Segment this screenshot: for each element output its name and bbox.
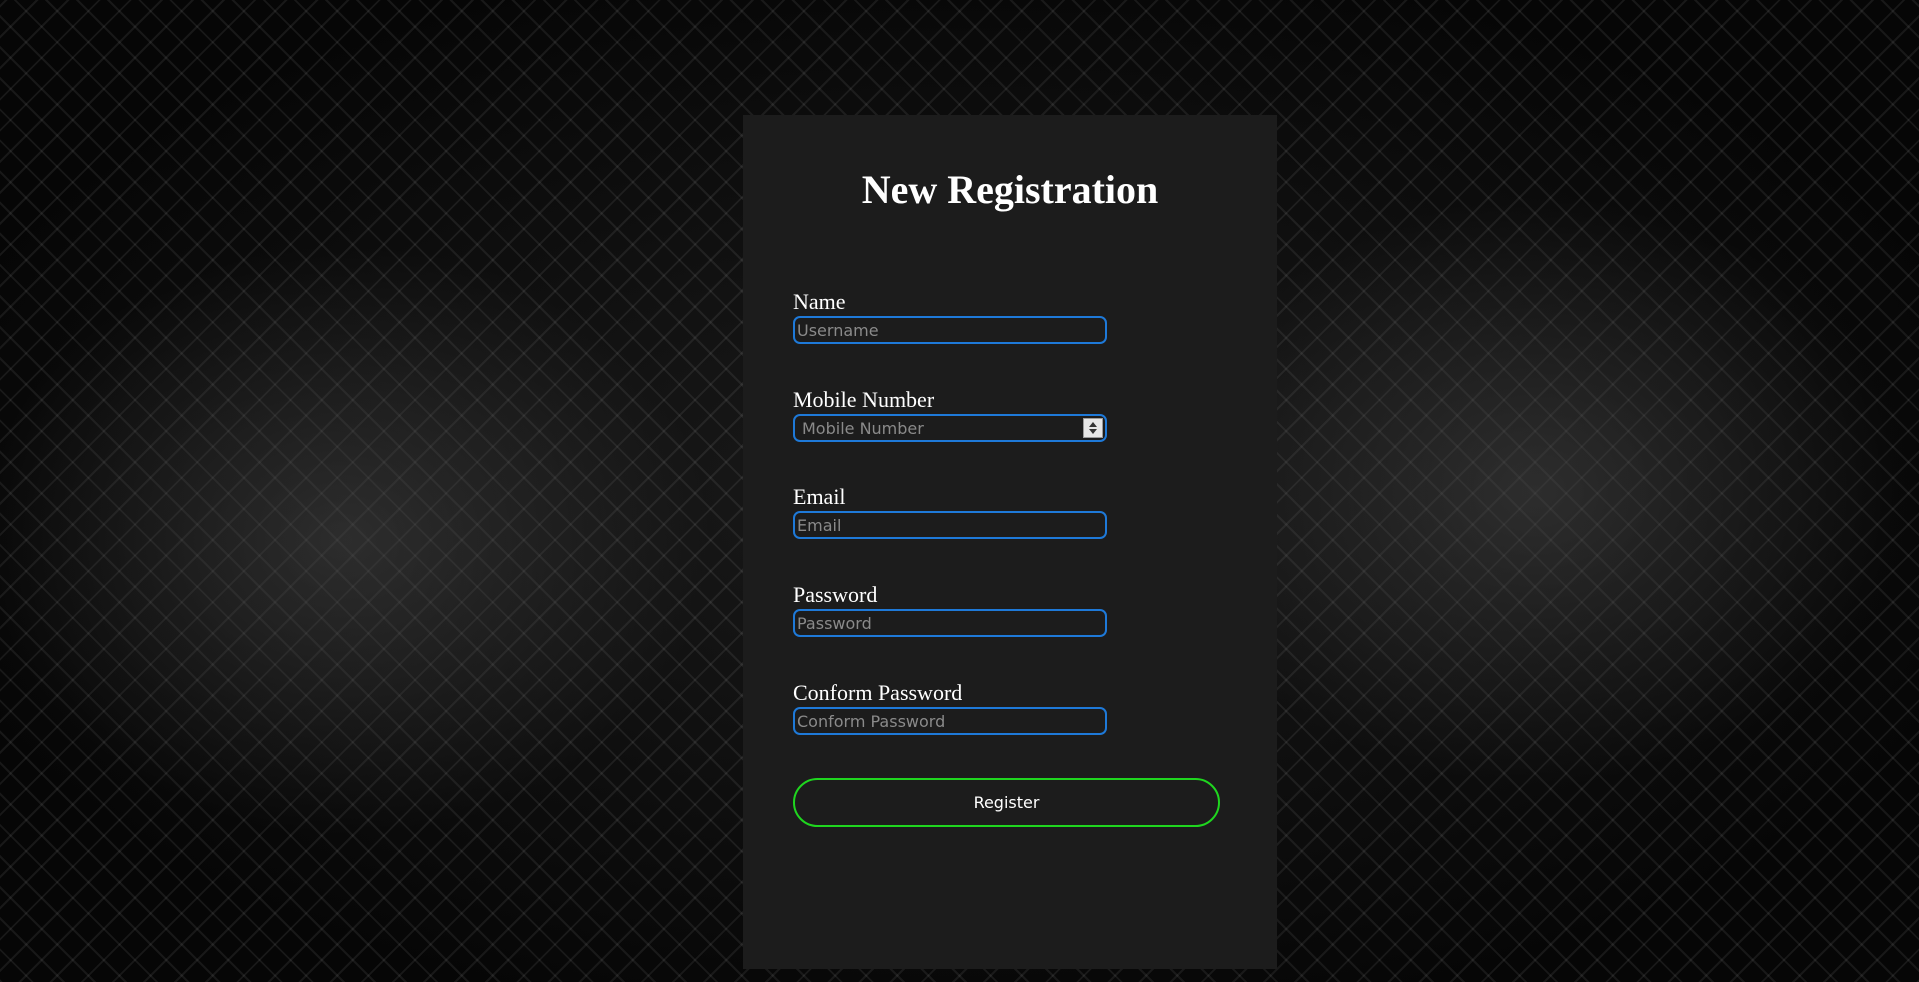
- email-input[interactable]: [793, 511, 1107, 539]
- confirm-password-input[interactable]: [793, 707, 1107, 735]
- name-field-group: Name: [793, 290, 1113, 344]
- mobile-number-input[interactable]: [793, 414, 1107, 442]
- email-label: Email: [793, 484, 846, 509]
- confirm-password-field-group: Conform Password: [793, 681, 1113, 735]
- form-title: New Registration: [861, 167, 1159, 212]
- username-input[interactable]: [793, 316, 1107, 344]
- name-label: Name: [793, 289, 846, 314]
- spinner-arrows-icon[interactable]: [1083, 418, 1103, 438]
- spinner-down-icon[interactable]: [1089, 429, 1097, 434]
- password-field-group: Password: [793, 583, 1113, 637]
- spinner-up-icon[interactable]: [1089, 422, 1097, 427]
- register-button[interactable]: Register: [793, 778, 1220, 827]
- mobile-field-group: Mobile Number: [793, 388, 1113, 442]
- password-label: Password: [793, 582, 878, 607]
- confirm-password-label: Conform Password: [793, 680, 963, 705]
- mobile-number-label: Mobile Number: [793, 387, 935, 412]
- registration-card: New Registration Name Mobile Number Emai…: [743, 115, 1277, 969]
- password-input[interactable]: [793, 609, 1107, 637]
- email-field-group: Email: [793, 485, 1113, 539]
- mobile-number-wrapper: [793, 414, 1107, 442]
